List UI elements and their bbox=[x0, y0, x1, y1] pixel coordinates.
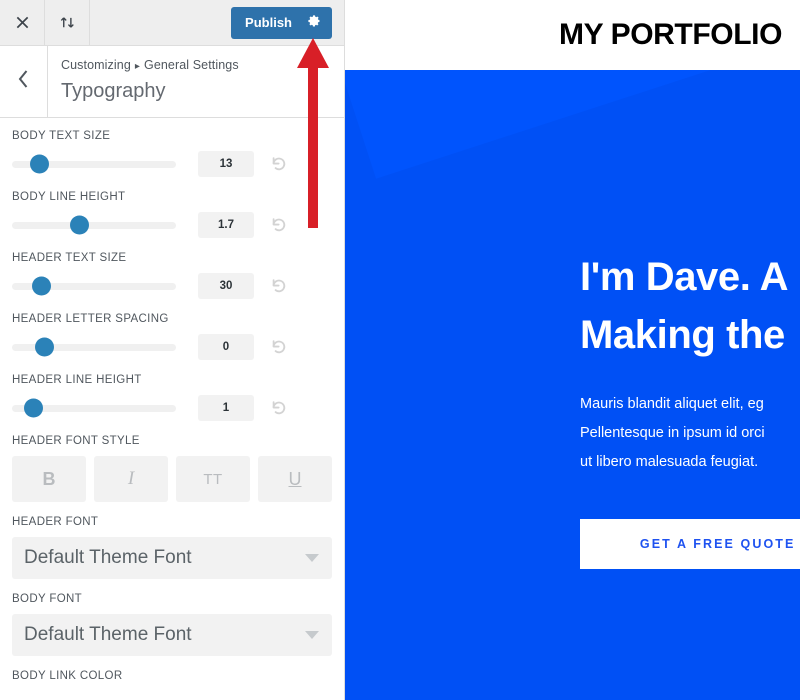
slider-row: 0 bbox=[12, 334, 332, 360]
reset-icon[interactable] bbox=[268, 397, 290, 419]
hero-headline-line2: Making the bbox=[580, 313, 785, 357]
slider-handle[interactable] bbox=[23, 398, 43, 418]
close-button[interactable] bbox=[0, 0, 45, 45]
slider-value[interactable]: 0 bbox=[198, 334, 254, 360]
slider-row: 1.7 bbox=[12, 212, 332, 238]
close-icon bbox=[15, 15, 30, 30]
panel-header-text: Customizing ▸ General Settings Typography bbox=[48, 46, 239, 117]
control-label: BODY TEXT SIZE bbox=[12, 130, 111, 142]
back-button[interactable] bbox=[0, 46, 48, 117]
gear-icon bbox=[307, 14, 321, 31]
slider-row: 1 bbox=[12, 395, 332, 421]
slider-track[interactable] bbox=[12, 398, 176, 418]
customizer-screen: Publish Customizing ▸ General Settings T… bbox=[0, 0, 800, 700]
slider-handle[interactable] bbox=[30, 154, 50, 174]
reset-icon[interactable] bbox=[268, 153, 290, 175]
slider-handle[interactable] bbox=[69, 215, 89, 235]
breadcrumb-parent[interactable]: General Settings bbox=[144, 58, 239, 72]
publish-area: Publish bbox=[231, 0, 344, 45]
control-header-font: HEADER FONT Default Theme Font bbox=[12, 516, 332, 579]
underline-button[interactable]: U bbox=[258, 456, 332, 502]
italic-button[interactable]: I bbox=[94, 456, 168, 502]
slider-value[interactable]: 30 bbox=[198, 273, 254, 299]
slider-track[interactable] bbox=[12, 337, 176, 357]
body-font-select[interactable]: Default Theme Font bbox=[12, 614, 332, 656]
control-body-line-height: BODY LINE HEIGHT 1.7 bbox=[12, 191, 332, 238]
collapse-icon bbox=[59, 15, 76, 30]
control-label: BODY FONT bbox=[12, 593, 83, 605]
hero-content: I'm Dave. A Making the Mauris blandit al… bbox=[580, 248, 800, 569]
control-label: HEADER LINE HEIGHT bbox=[12, 374, 142, 386]
reset-icon[interactable] bbox=[268, 336, 290, 358]
slider-row: 13 bbox=[12, 151, 332, 177]
control-label: HEADER LETTER SPACING bbox=[12, 313, 169, 325]
chevron-down-icon bbox=[305, 554, 319, 562]
header-font-value: Default Theme Font bbox=[24, 547, 192, 568]
slider-track[interactable] bbox=[12, 154, 176, 174]
publish-gear-button[interactable] bbox=[304, 7, 332, 39]
page-title: Typography bbox=[61, 80, 166, 102]
control-body-text-size: BODY TEXT SIZE 13 bbox=[12, 130, 332, 177]
control-label: BODY LINK COLOR bbox=[12, 670, 123, 682]
control-body-font: BODY FONT Default Theme Font bbox=[12, 593, 332, 656]
hero-diagonal-decoration bbox=[345, 70, 776, 179]
reset-icon[interactable] bbox=[268, 214, 290, 236]
breadcrumb-separator: ▸ bbox=[134, 61, 140, 72]
slider-row: 30 bbox=[12, 273, 332, 299]
header-font-select[interactable]: Default Theme Font bbox=[12, 537, 332, 579]
control-label: HEADER FONT STYLE bbox=[12, 435, 140, 447]
collapse-sidebar-button[interactable] bbox=[45, 0, 90, 45]
slider-value[interactable]: 13 bbox=[198, 151, 254, 177]
hero-headline-line1: I'm Dave. A bbox=[580, 255, 789, 299]
control-body-link-color: BODY LINK COLOR bbox=[12, 670, 332, 682]
get-a-free-quote-button[interactable]: GET A FREE QUOTE » bbox=[580, 519, 800, 569]
font-style-buttons: B I TT U bbox=[12, 456, 332, 502]
breadcrumb: Customizing ▸ General Settings bbox=[61, 57, 239, 75]
body-font-value: Default Theme Font bbox=[24, 624, 192, 645]
panel-header: Customizing ▸ General Settings Typography bbox=[0, 46, 344, 118]
hero-paragraph-line1: Mauris blandit aliquet elit, eg bbox=[580, 396, 764, 412]
hero-paragraph: Mauris blandit aliquet elit, eg Pellente… bbox=[580, 390, 800, 477]
customizer-controls: BODY TEXT SIZE 13 BODY LINE HEIGHT 1.7 H… bbox=[0, 118, 344, 699]
slider-track[interactable] bbox=[12, 276, 176, 296]
publish-button-group[interactable]: Publish bbox=[231, 6, 332, 39]
breadcrumb-root[interactable]: Customizing bbox=[61, 58, 131, 72]
site-title[interactable]: MY PORTFOLIO bbox=[559, 18, 782, 52]
slider-value[interactable]: 1 bbox=[198, 395, 254, 421]
hero-paragraph-line3: ut libero malesuada feugiat. bbox=[580, 454, 759, 470]
site-preview: MY PORTFOLIO I'm Dave. A Making the Maur… bbox=[345, 0, 800, 700]
chevron-left-icon bbox=[17, 69, 30, 94]
control-label: BODY LINE HEIGHT bbox=[12, 191, 126, 203]
control-label: HEADER TEXT SIZE bbox=[12, 252, 127, 264]
hero-headline: I'm Dave. A Making the bbox=[580, 248, 800, 364]
hero-section: I'm Dave. A Making the Mauris blandit al… bbox=[345, 70, 800, 700]
slider-track[interactable] bbox=[12, 215, 176, 235]
preview-site-header: MY PORTFOLIO bbox=[345, 0, 800, 70]
customizer-sidebar: Publish Customizing ▸ General Settings T… bbox=[0, 0, 345, 700]
chevron-down-icon bbox=[305, 631, 319, 639]
control-header-line-height: HEADER LINE HEIGHT 1 bbox=[12, 374, 332, 421]
slider-value[interactable]: 1.7 bbox=[198, 212, 254, 238]
reset-icon[interactable] bbox=[268, 275, 290, 297]
control-header-font-style: HEADER FONT STYLE B I TT U bbox=[12, 435, 332, 502]
control-header-text-size: HEADER TEXT SIZE 30 bbox=[12, 252, 332, 299]
control-header-letter-spacing: HEADER LETTER SPACING 0 bbox=[12, 313, 332, 360]
uppercase-button[interactable]: TT bbox=[176, 456, 250, 502]
bold-button[interactable]: B bbox=[12, 456, 86, 502]
hero-paragraph-line2: Pellentesque in ipsum id orci bbox=[580, 425, 765, 441]
customizer-topbar: Publish bbox=[0, 0, 344, 46]
slider-handle[interactable] bbox=[35, 337, 55, 357]
control-label: HEADER FONT bbox=[12, 516, 99, 528]
slider-handle[interactable] bbox=[32, 276, 52, 296]
publish-button[interactable]: Publish bbox=[231, 7, 304, 39]
